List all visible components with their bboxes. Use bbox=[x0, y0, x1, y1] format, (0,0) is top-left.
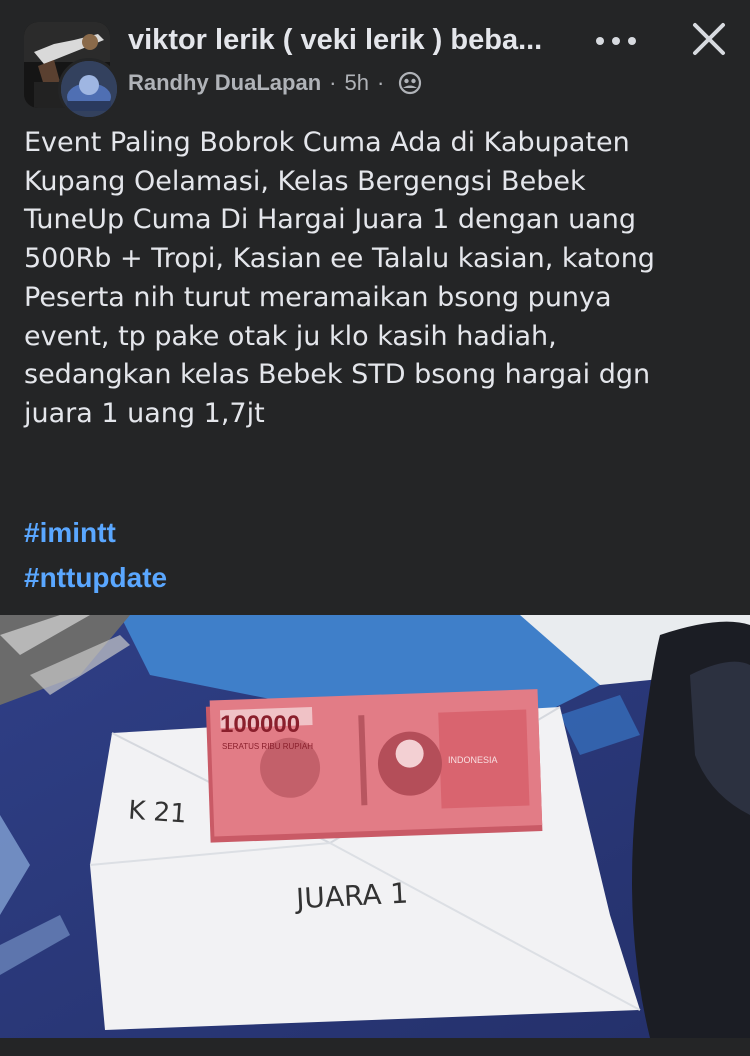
post-text-line: sedangkan kelas Bebek STD bsong hargai d… bbox=[24, 359, 651, 391]
post-header: viktor lerik ( veki lerik ) beba... Rand… bbox=[0, 0, 750, 120]
post-time[interactable]: 5h bbox=[344, 70, 368, 96]
post-body-text: Event Paling Bobrok Cuma Ada di Kabupate… bbox=[24, 124, 724, 434]
banknote-words-text: SERATUS RIBU RUPIAH bbox=[222, 742, 313, 751]
post-text-line: Kupang Oelamasi, Kelas Bergengsi Bebek bbox=[24, 165, 586, 197]
meta-separator: · bbox=[329, 70, 337, 95]
post-photo[interactable]: 100000 SERATUS RIBU RUPIAH INDONESIA K 2… bbox=[0, 615, 750, 1038]
post-text-line: 500Rb + Tropi, Kasian ee Talalu kasian, … bbox=[24, 243, 655, 275]
meta-separator-2: · bbox=[376, 70, 385, 95]
hashtag-link[interactable]: #imintt bbox=[24, 510, 167, 555]
post-text-line: juara 1 uang 1,7jt bbox=[24, 397, 265, 429]
author-name[interactable]: Randhy DuaLapan bbox=[128, 70, 321, 96]
close-button[interactable] bbox=[686, 16, 732, 62]
post-text-line: event, tp pake otak ju klo kasih hadiah, bbox=[24, 320, 557, 352]
more-dots-icon bbox=[596, 37, 636, 45]
post-text-line: Peserta nih turut meramaikan bsong punya bbox=[24, 281, 612, 313]
envelope-label-1: K 21 bbox=[127, 796, 187, 830]
envelope-label-2: JUARA 1 bbox=[293, 877, 409, 916]
banknote-country-text: INDONESIA bbox=[448, 755, 498, 765]
more-options-button[interactable] bbox=[592, 24, 640, 58]
post-meta: Randhy DuaLapan · 5h · bbox=[128, 70, 422, 96]
hashtag-list: #imintt #nttupdate bbox=[24, 510, 167, 600]
group-title[interactable]: viktor lerik ( veki lerik ) beba... bbox=[128, 24, 568, 57]
hashtag-link[interactable]: #nttupdate bbox=[24, 555, 167, 600]
photo-banknote-envelope: 100000 SERATUS RIBU RUPIAH INDONESIA K 2… bbox=[0, 615, 750, 1038]
post-text-line: Event Paling Bobrok Cuma Ada di Kabupate… bbox=[24, 127, 630, 158]
close-icon bbox=[693, 23, 725, 55]
bottom-spacer bbox=[0, 1038, 750, 1056]
post-text-line: TuneUp Cuma Di Hargai Juara 1 dengan uan… bbox=[24, 204, 636, 236]
group-members-icon bbox=[398, 71, 422, 95]
author-avatar[interactable] bbox=[58, 58, 120, 120]
author-avatar-image bbox=[61, 61, 117, 117]
post-viewer: viktor lerik ( veki lerik ) beba... Rand… bbox=[0, 0, 750, 1056]
banknote-value-text: 100000 bbox=[220, 711, 300, 738]
